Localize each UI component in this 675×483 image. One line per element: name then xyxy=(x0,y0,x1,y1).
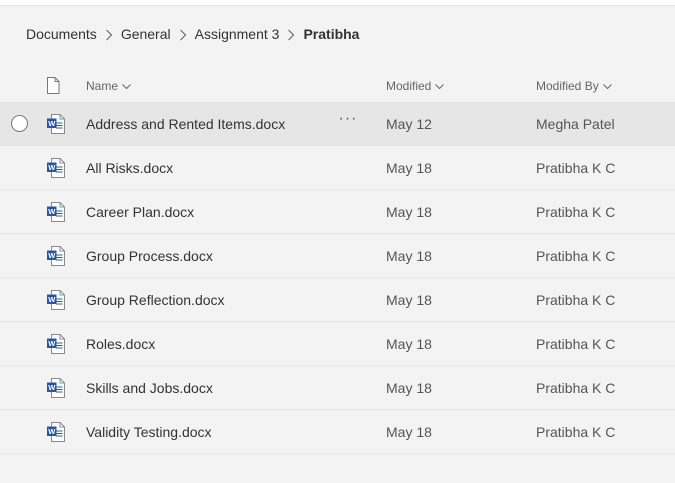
svg-text:W: W xyxy=(48,295,56,304)
svg-text:W: W xyxy=(48,119,56,128)
file-modified-by[interactable]: Pratibha K C xyxy=(536,204,615,220)
svg-text:W: W xyxy=(48,207,56,216)
word-document-icon: W xyxy=(46,158,66,181)
file-modified-by[interactable]: Pratibha K C xyxy=(536,424,615,440)
column-header-modified-by[interactable]: Modified By xyxy=(536,79,612,93)
file-row[interactable]: W Group Reflection.docx May 18 Pratibha K … xyxy=(0,278,675,322)
word-document-icon: W xyxy=(46,202,66,225)
column-header-modified-label: Modified xyxy=(386,79,432,93)
file-modified-by[interactable]: Pratibha K C xyxy=(536,292,615,308)
column-header-name[interactable]: Name xyxy=(86,79,131,93)
file-modified-date: May 18 xyxy=(386,380,432,396)
file-row[interactable]: W Address and Rented Items.docx ··· May 12… xyxy=(0,102,675,146)
svg-text:W: W xyxy=(48,339,56,348)
column-header-name-label: Name xyxy=(86,79,119,93)
breadcrumb-current: Pratibha xyxy=(303,26,360,42)
file-list: W Address and Rented Items.docx ··· May 12… xyxy=(0,102,675,454)
chevron-right-icon xyxy=(279,26,303,42)
word-document-icon: W xyxy=(46,114,66,137)
breadcrumb-documents[interactable]: Documents xyxy=(26,26,97,42)
file-row[interactable]: W Skills and Jobs.docx May 18 Pratibha K C xyxy=(0,366,675,410)
file-modified-by[interactable]: Pratibha K C xyxy=(536,160,615,176)
file-name-link[interactable]: Skills and Jobs.docx xyxy=(86,380,213,396)
column-header-modified-by-label: Modified By xyxy=(536,79,599,93)
chevron-right-icon xyxy=(171,26,195,42)
svg-text:W: W xyxy=(48,251,56,260)
file-modified-date: May 18 xyxy=(386,204,432,220)
file-name-link[interactable]: Career Plan.docx xyxy=(86,204,194,220)
file-row[interactable]: W Career Plan.docx May 18 Pratibha K C xyxy=(0,190,675,234)
word-document-icon: W xyxy=(46,290,66,313)
file-modified-date: May 18 xyxy=(386,160,432,176)
file-name-link[interactable]: Validity Testing.docx xyxy=(86,424,212,440)
svg-text:W: W xyxy=(48,163,56,172)
column-header-row: Name Modified Modified By xyxy=(0,73,675,101)
row-select-radio[interactable] xyxy=(11,115,28,132)
document-icon[interactable] xyxy=(46,77,60,97)
file-modified-date: May 12 xyxy=(386,116,432,132)
file-row[interactable]: W Roles.docx May 18 Pratibha K C xyxy=(0,322,675,366)
word-document-icon: W xyxy=(46,334,66,357)
column-header-modified[interactable]: Modified xyxy=(386,79,445,93)
file-name-link[interactable]: Roles.docx xyxy=(86,336,155,352)
file-row[interactable]: W All Risks.docx May 18 Pratibha K C xyxy=(0,146,675,190)
file-name-link[interactable]: Address and Rented Items.docx xyxy=(86,116,285,132)
chevron-down-icon xyxy=(602,79,612,93)
file-name-link[interactable]: Group Reflection.docx xyxy=(86,292,225,308)
chevron-right-icon xyxy=(97,26,121,42)
svg-text:W: W xyxy=(48,427,56,436)
file-modified-date: May 18 xyxy=(386,336,432,352)
word-document-icon: W xyxy=(46,422,66,445)
breadcrumb-assignment-3[interactable]: Assignment 3 xyxy=(195,26,280,42)
file-modified-by[interactable]: Megha Patel xyxy=(536,116,615,132)
chevron-down-icon xyxy=(435,79,445,93)
file-modified-date: May 18 xyxy=(386,424,432,440)
file-modified-date: May 18 xyxy=(386,292,432,308)
svg-text:W: W xyxy=(48,383,56,392)
file-modified-date: May 18 xyxy=(386,248,432,264)
file-row[interactable]: W Group Process.docx May 18 Pratibha K C xyxy=(0,234,675,278)
breadcrumb: Documents General Assignment 3 Pratibha xyxy=(26,24,359,44)
file-modified-by[interactable]: Pratibha K C xyxy=(536,380,615,396)
chevron-down-icon xyxy=(122,79,131,93)
file-modified-by[interactable]: Pratibha K C xyxy=(536,336,615,352)
file-name-link[interactable]: All Risks.docx xyxy=(86,160,173,176)
breadcrumb-general[interactable]: General xyxy=(121,26,171,42)
word-document-icon: W xyxy=(46,246,66,269)
word-document-icon: W xyxy=(46,378,66,401)
file-row[interactable]: W Validity Testing.docx May 18 Pratibha K … xyxy=(0,410,675,454)
top-bar xyxy=(0,0,675,6)
file-modified-by[interactable]: Pratibha K C xyxy=(536,248,615,264)
file-name-link[interactable]: Group Process.docx xyxy=(86,248,213,264)
more-actions-button[interactable]: ··· xyxy=(338,110,358,132)
